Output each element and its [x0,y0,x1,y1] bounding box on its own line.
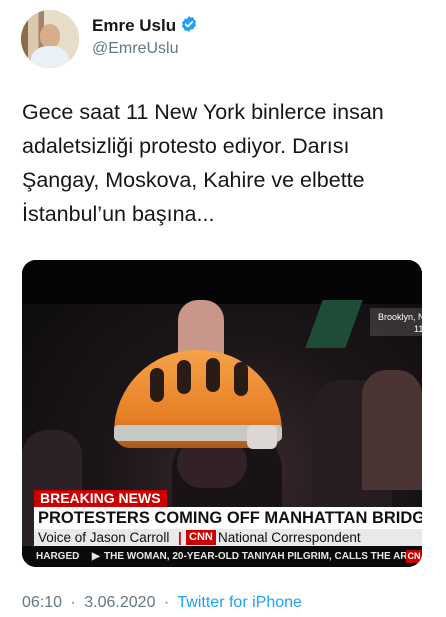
reporter-bar: Voice of Jason Carroll | CNN National Co… [34,529,422,546]
tweet-media[interactable]: Brooklyn, N 11 BREAKING NEWS PROTESTERS … [22,260,422,567]
tweet-header: Emre Uslu @EmreUslu [0,0,446,75]
cnn-logo: CNN [186,530,216,545]
helmet-vent [234,362,248,396]
helmet-vent [206,358,220,392]
tweet-time[interactable]: 06:10 [22,594,62,611]
meta-separator: · [70,594,76,611]
news-ticker: HARGED ▶ THE WOMAN, 20-YEAR-OLD TANIYAH … [22,546,422,567]
reporter-voice: Voice of Jason Carroll [38,530,170,545]
breaking-news-label: BREAKING NEWS [34,490,167,507]
video-top-dark-area [22,260,422,304]
ticker-text: THE WOMAN, 20-YEAR-OLD TANIYAH PILGRIM, … [104,551,415,562]
news-headline: PROTESTERS COMING OFF MANHATTAN BRIDGE [34,507,422,529]
helmet-vent [150,368,164,402]
face-mask [247,425,277,449]
tweet-text: Gece saat 11 New York binlerce insan ada… [22,100,384,226]
verified-badge-icon [181,16,197,32]
reporter-title: National Correspondent [218,530,361,545]
avatar-head [40,24,60,48]
ticker-prev-text: HARGED [36,551,80,562]
location-time: 11 [414,324,422,334]
ticker-network-logo: CN [406,550,422,563]
meta-separator: · [163,594,170,611]
separator: | [178,530,182,545]
tweet-meta: 06:10 · 3.06.2020 · Twitter for iPhone [22,594,302,612]
author-name[interactable]: Emre Uslu [92,16,176,36]
tweet-date[interactable]: 3.06.2020 [84,594,155,611]
background-person [362,370,422,490]
avatar-body [31,46,69,68]
ticker-arrow-icon: ▶ [92,551,100,562]
helmet-vent [177,360,191,394]
location-label: Brooklyn, N [378,312,422,322]
avatar[interactable] [21,10,79,68]
tweet-source-link[interactable]: Twitter for iPhone [177,594,302,611]
author-handle[interactable]: @EmreUslu [92,40,178,58]
